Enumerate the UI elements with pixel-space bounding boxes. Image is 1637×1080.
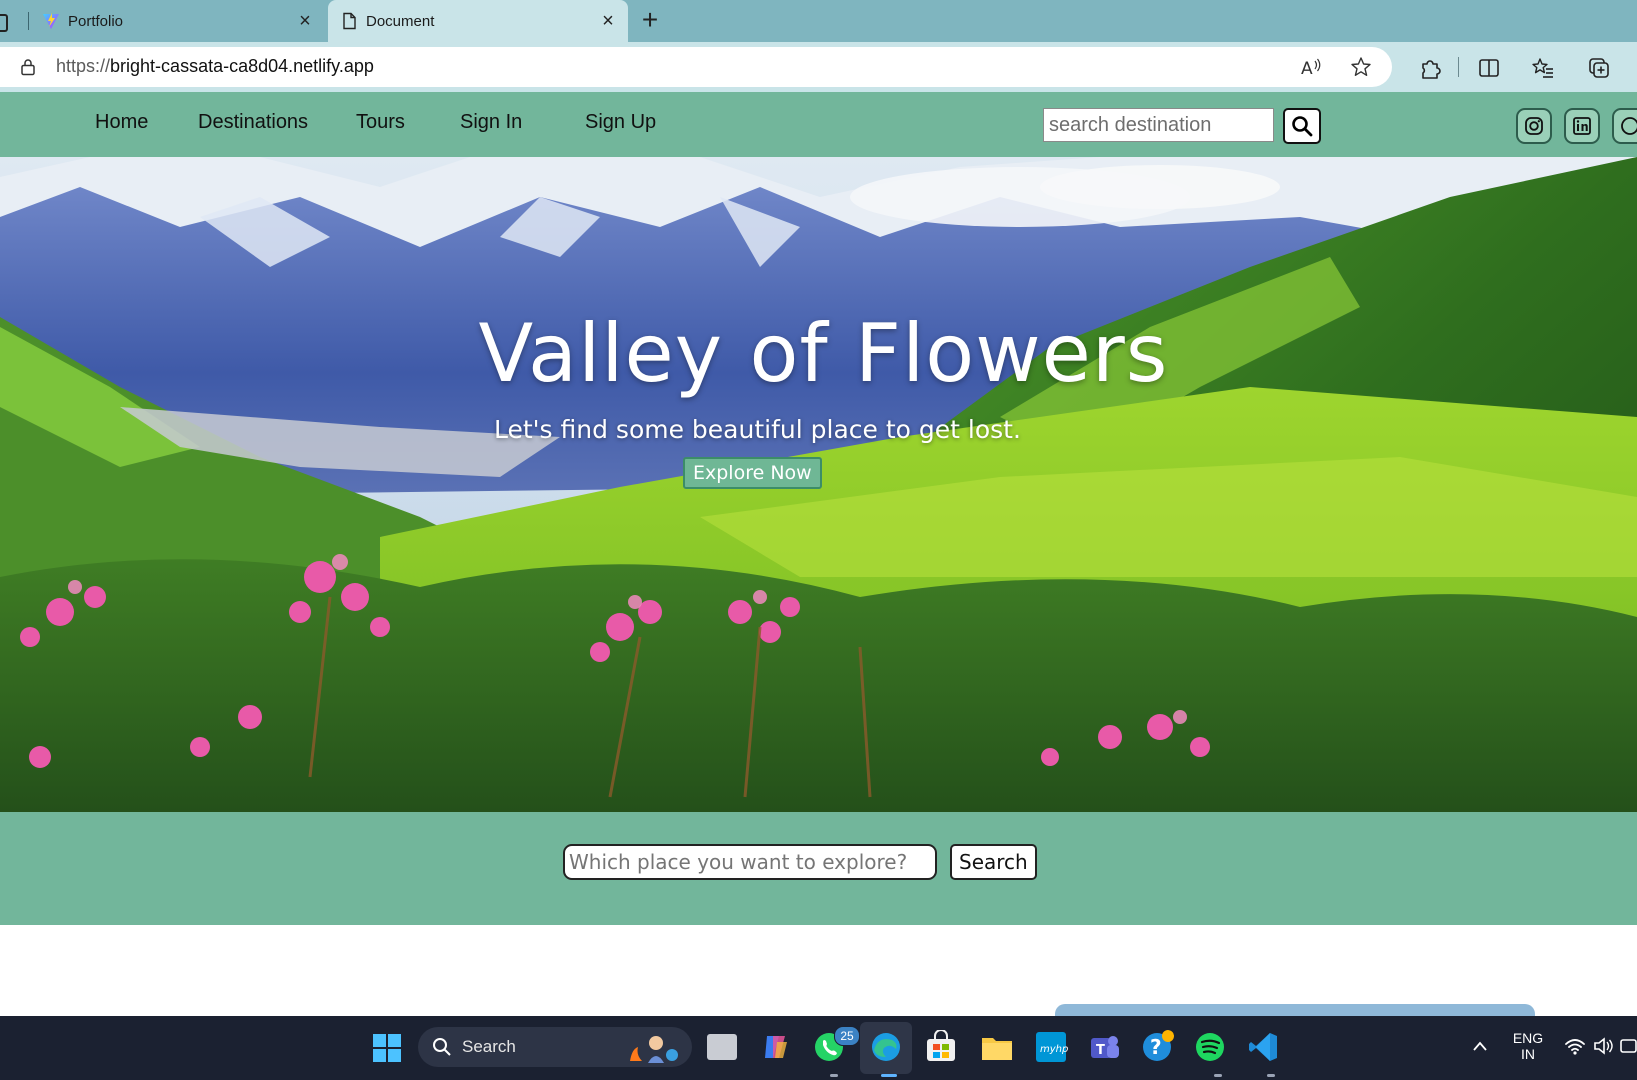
github-icon bbox=[1621, 117, 1637, 135]
nav-link-sign-in[interactable]: Sign In bbox=[460, 111, 522, 134]
tab-portfolio[interactable]: Portfolio × bbox=[30, 0, 325, 42]
tab-title: Portfolio bbox=[68, 12, 124, 30]
running-indicator bbox=[1214, 1074, 1222, 1077]
windows-taskbar: Search 25 myhp T ? ENG IN bbox=[0, 1016, 1637, 1080]
close-tab-icon[interactable]: × bbox=[598, 11, 618, 31]
github-link[interactable] bbox=[1612, 108, 1637, 144]
instagram-icon bbox=[1525, 117, 1543, 135]
tab-divider bbox=[28, 12, 29, 30]
volume-icon[interactable] bbox=[1592, 1036, 1614, 1056]
explore-search-section: Search bbox=[0, 812, 1637, 925]
language-indicator[interactable]: ENG IN bbox=[1506, 1030, 1550, 1062]
battery-icon[interactable] bbox=[1620, 1038, 1637, 1054]
instagram-link[interactable] bbox=[1516, 108, 1552, 144]
search-icon bbox=[1292, 116, 1313, 137]
language-code: ENG bbox=[1512, 1030, 1544, 1046]
hero-section: Valley of Flowers Let's find some beauti… bbox=[0, 157, 1637, 812]
nav-search-button[interactable] bbox=[1283, 108, 1321, 144]
svg-text:?: ? bbox=[1150, 1035, 1162, 1059]
popup-edge bbox=[1055, 1004, 1535, 1016]
search-icon bbox=[433, 1038, 451, 1056]
read-aloud-icon[interactable]: A bbox=[1299, 55, 1323, 79]
running-indicator bbox=[830, 1074, 838, 1077]
browser-tab-strip: Portfolio × Document × + bbox=[0, 0, 1637, 42]
edge-browser-icon[interactable] bbox=[869, 1030, 903, 1064]
site-navbar: Home Destinations Tours Sign In Sign Up bbox=[0, 92, 1637, 157]
url-host: bright-cassata-ca8d04.netlify.app bbox=[110, 56, 374, 76]
vscode-icon[interactable] bbox=[1246, 1030, 1280, 1064]
task-view-icon[interactable] bbox=[707, 1034, 737, 1060]
tab-actions-icon[interactable] bbox=[0, 14, 8, 32]
linkedin-link[interactable] bbox=[1564, 108, 1600, 144]
taskbar-search-box[interactable]: Search bbox=[418, 1027, 692, 1067]
url-text[interactable]: https://bright-cassata-ca8d04.netlify.ap… bbox=[56, 56, 374, 77]
tab-document[interactable]: Document × bbox=[328, 0, 628, 42]
running-indicator bbox=[1267, 1074, 1275, 1077]
explore-search-button[interactable]: Search bbox=[950, 844, 1037, 880]
myhp-icon[interactable]: myhp bbox=[1034, 1030, 1068, 1064]
toolbar-divider bbox=[1458, 57, 1459, 77]
hero-title-text: Valley of Flowers bbox=[478, 307, 1169, 400]
help-icon[interactable]: ? bbox=[1140, 1030, 1174, 1064]
split-screen-icon[interactable] bbox=[1476, 55, 1502, 81]
document-favicon-icon bbox=[343, 12, 356, 30]
wifi-icon[interactable] bbox=[1564, 1036, 1586, 1056]
copilot-icon[interactable] bbox=[759, 1030, 793, 1064]
spotify-icon[interactable] bbox=[1193, 1030, 1227, 1064]
extensions-icon[interactable] bbox=[1417, 55, 1443, 81]
portfolio-favicon-icon bbox=[43, 13, 59, 29]
search-highlight-icon bbox=[630, 1036, 678, 1063]
collections-icon[interactable] bbox=[1586, 55, 1612, 81]
running-indicator-active bbox=[881, 1074, 897, 1077]
close-tab-icon[interactable]: × bbox=[295, 11, 315, 31]
favorites-icon[interactable] bbox=[1530, 55, 1556, 81]
svg-text:T: T bbox=[1096, 1043, 1105, 1058]
url-scheme: https:// bbox=[56, 56, 111, 76]
region-code: IN bbox=[1521, 1046, 1535, 1062]
taskbar-search-label: Search bbox=[462, 1037, 516, 1056]
explore-search-input[interactable] bbox=[563, 844, 937, 880]
address-bar-row: https://bright-cassata-ca8d04.netlify.ap… bbox=[0, 42, 1637, 92]
lock-icon[interactable] bbox=[18, 57, 38, 77]
address-bar[interactable]: https://bright-cassata-ca8d04.netlify.ap… bbox=[0, 47, 1392, 87]
explore-now-button[interactable]: Explore Now bbox=[683, 457, 822, 489]
favorite-star-icon[interactable] bbox=[1349, 55, 1373, 79]
nav-link-home[interactable]: Home bbox=[95, 111, 148, 134]
hero-subtitle: Let's find some beautiful place to get l… bbox=[494, 415, 1021, 444]
hero-title: Valley of Flowers bbox=[0, 307, 1637, 400]
windows-start-icon[interactable] bbox=[372, 1033, 402, 1063]
file-explorer-icon[interactable] bbox=[980, 1030, 1014, 1064]
svg-text:myhp: myhp bbox=[1040, 1044, 1068, 1055]
linkedin-icon bbox=[1573, 117, 1591, 135]
nav-link-tours[interactable]: Tours bbox=[356, 111, 405, 134]
teams-icon[interactable]: T bbox=[1087, 1030, 1121, 1064]
nav-search-input[interactable] bbox=[1043, 108, 1274, 142]
tab-title: Document bbox=[366, 12, 435, 30]
new-tab-icon[interactable]: + bbox=[636, 6, 664, 34]
chevron-up-icon[interactable] bbox=[1472, 1040, 1488, 1052]
svg-text:A: A bbox=[1301, 59, 1313, 79]
nav-link-destinations[interactable]: Destinations bbox=[198, 111, 308, 134]
microsoft-store-icon[interactable] bbox=[924, 1030, 958, 1064]
whatsapp-unread-badge: 25 bbox=[834, 1026, 860, 1046]
nav-link-sign-up[interactable]: Sign Up bbox=[585, 111, 656, 134]
